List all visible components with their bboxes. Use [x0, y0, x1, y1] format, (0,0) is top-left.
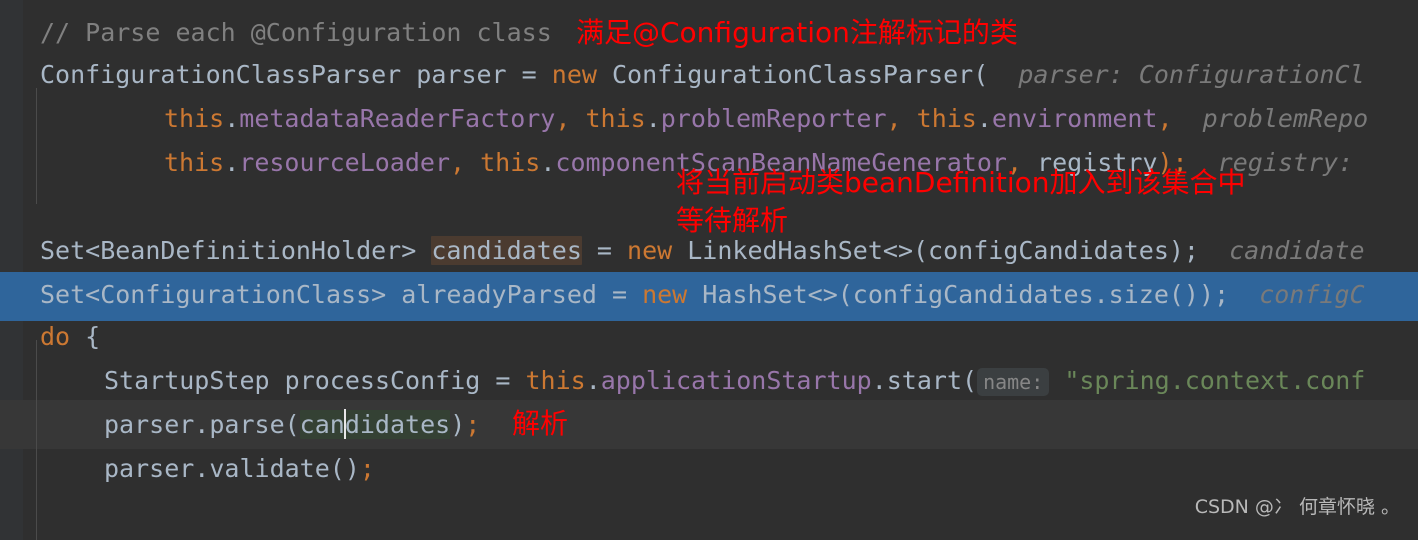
brace-token: { — [70, 322, 101, 351]
code-line-3[interactable]: this.metadataReaderFactory, this.problem… — [0, 94, 1368, 143]
method-call-token: parser.parse( — [104, 410, 300, 439]
argument-candidates[interactable]: candidates — [299, 409, 451, 439]
code-line-9[interactable]: StartupStep processConfig = this.applica… — [0, 356, 1365, 405]
this-keyword: this — [164, 104, 225, 133]
code-line-10[interactable]: parser.parse(candidates); — [0, 400, 480, 449]
csdn-watermark: CSDN @冫 何章怀晓 。 — [1194, 496, 1400, 518]
comma: , — [555, 104, 586, 133]
parameter-hint: problemRepo — [1172, 104, 1369, 133]
type-token: Set<BeanDefinitionHolder> — [40, 236, 417, 265]
keyword-new: new — [551, 60, 597, 89]
constructor-token: HashSet<>(configCandidates.size()); — [687, 280, 1230, 309]
keyword-do: do — [40, 322, 71, 351]
constructor-token: LinkedHashSet<>(configCandidates); — [672, 236, 1199, 265]
this-keyword: this — [480, 148, 541, 177]
comma: , — [886, 104, 917, 133]
annotation-configuration-class: 满足@Configuration注解标记的类 — [576, 16, 1018, 49]
keyword-new: new — [642, 280, 688, 309]
parameter-name-inlay[interactable]: name: — [977, 368, 1050, 396]
parameter-hint: configC — [1229, 280, 1365, 309]
annotation-add-bean-definition: 将当前启动类beanDefinition加入到该集合中 — [676, 166, 1246, 199]
field-token: problemReporter — [660, 104, 887, 133]
annotation-parse: 解析 — [512, 407, 569, 440]
operator-token: = — [480, 366, 526, 395]
dot: . — [585, 366, 601, 395]
variable-processconfig: processConfig — [284, 366, 481, 395]
this-keyword: this — [164, 148, 225, 177]
code-line-11[interactable]: parser.validate(); — [0, 444, 375, 493]
method-token: start( — [886, 366, 978, 395]
string-literal: "spring.context.conf — [1049, 366, 1366, 395]
annotation-wait-parse: 等待解析 — [676, 204, 789, 237]
dot: . — [645, 104, 661, 133]
dot: . — [224, 104, 240, 133]
close-paren: ) — [450, 410, 466, 439]
code-line-2[interactable]: ConfigurationClassParser parser = new Co… — [0, 50, 1365, 99]
comma: , — [450, 148, 481, 177]
operator-token: = — [506, 60, 552, 89]
type-token: ConfigurationClassParser — [40, 60, 402, 89]
type-token: Set<ConfigurationClass> — [40, 280, 387, 309]
parameter-hint: candidate — [1198, 236, 1365, 265]
comment-token: // Parse each @Configuration class — [40, 18, 552, 47]
operator-token: = — [596, 280, 643, 309]
variable-token: parser — [416, 60, 507, 89]
semicolon: ; — [359, 454, 375, 483]
method-call-token: parser.validate() — [104, 454, 360, 483]
dot: . — [871, 366, 887, 395]
this-keyword: this — [525, 366, 586, 395]
comma: , — [1157, 104, 1173, 133]
dot: . — [540, 148, 556, 177]
parameter-hint: parser: ConfigurationCl — [988, 60, 1365, 89]
variable-candidates[interactable]: candidates — [431, 236, 582, 265]
keyword-new: new — [627, 236, 673, 265]
field-token: metadataReaderFactory — [239, 104, 556, 133]
code-line-8[interactable]: do { — [0, 312, 100, 361]
code-editor[interactable]: // Parse each @Configuration class Confi… — [0, 0, 1418, 540]
argument-text-before-caret: can — [299, 410, 345, 439]
argument-text-after-caret: didates — [344, 410, 451, 439]
dot: . — [976, 104, 992, 133]
code-line-7[interactable]: Set<ConfigurationClass> alreadyParsed = … — [0, 270, 1365, 319]
this-keyword: this — [916, 104, 977, 133]
field-token: applicationStartup — [600, 366, 872, 395]
variable-alreadyparsed: alreadyParsed — [401, 280, 597, 309]
field-token: resourceLoader — [239, 148, 450, 177]
constructor-token: ConfigurationClassParser( — [596, 60, 989, 89]
type-token: StartupStep — [104, 366, 270, 395]
semicolon: ; — [465, 410, 481, 439]
field-token: environment — [991, 104, 1158, 133]
operator-token: = — [581, 236, 628, 265]
this-keyword: this — [585, 104, 646, 133]
dot: . — [224, 148, 240, 177]
